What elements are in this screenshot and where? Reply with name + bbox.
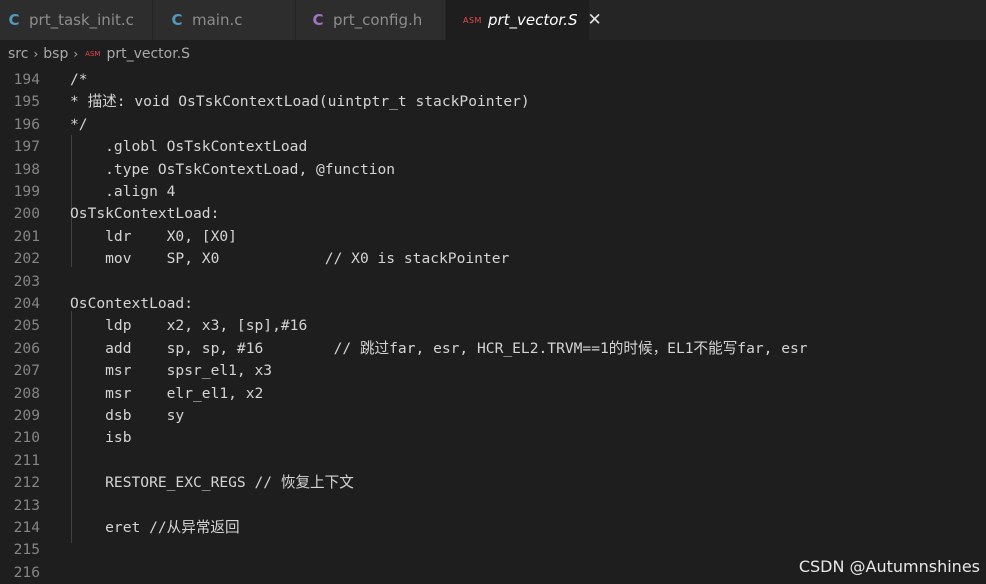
code-text[interactable]: .align 4 <box>70 181 175 203</box>
code-text[interactable]: isb <box>70 427 131 449</box>
code-line[interactable]: 214 eret //从异常返回 <box>0 517 986 539</box>
code-line[interactable]: 207 msr spsr_el1, x3 <box>0 360 986 382</box>
line-number: 201 <box>13 228 40 245</box>
code-line[interactable]: 199 .align 4 <box>0 181 986 203</box>
asm-file-icon: ASM <box>85 50 101 58</box>
code-text[interactable]: /* <box>70 69 88 91</box>
asm-file-icon: ASM <box>463 15 482 25</box>
line-number: 198 <box>13 161 40 178</box>
line-number: 202 <box>13 250 40 267</box>
line-number: 210 <box>13 429 40 446</box>
code-line[interactable]: 197 .globl OsTskContextLoad <box>0 136 986 158</box>
line-number: 209 <box>13 407 40 424</box>
close-icon[interactable]: ✕ <box>588 10 602 30</box>
breadcrumb-item-src[interactable]: src <box>8 46 28 62</box>
code-text[interactable]: ldp x2, x3, [sp],#16 <box>70 315 307 337</box>
code-line[interactable]: 213 <box>0 495 986 517</box>
code-line[interactable]: 203 <box>0 271 986 293</box>
code-text[interactable]: RESTORE_EXC_REGS // 恢复上下文 <box>70 472 354 494</box>
code-text[interactable]: msr spsr_el1, x3 <box>70 360 272 382</box>
breadcrumb-item-bsp[interactable]: bsp <box>43 46 68 62</box>
code-line[interactable]: 198 .type OsTskContextLoad, @function <box>0 159 986 181</box>
code-text[interactable]: OsTskContextLoad: <box>70 203 219 225</box>
code-line[interactable]: 196 */ <box>0 114 986 136</box>
tab-label: main.c <box>192 11 243 29</box>
code-line[interactable]: 194 /* <box>0 69 986 91</box>
breadcrumb-item-file[interactable]: prt_vector.S <box>106 46 190 62</box>
code-text[interactable]: add sp, sp, #16 // 跳过far, esr, HCR_EL2.T… <box>70 338 807 360</box>
watermark: CSDN @Autumnshines <box>798 557 980 576</box>
code-text[interactable]: eret //从异常返回 <box>70 517 239 539</box>
code-text[interactable]: dsb sy <box>70 405 184 427</box>
code-text[interactable]: .type OsTskContextLoad, @function <box>70 159 395 181</box>
breadcrumb: src › bsp › ASM prt_vector.S <box>0 40 986 68</box>
line-number: 199 <box>13 183 40 200</box>
line-number: 216 <box>13 564 40 581</box>
code-line[interactable]: 201 ldr X0, [X0] <box>0 226 986 248</box>
tab-prt-vector[interactable]: ASM prt_vector.S ✕ <box>446 0 602 40</box>
code-line[interactable]: 195 * 描述: void OsTskContextLoad(uintptr_t… <box>0 91 986 113</box>
line-number: 200 <box>13 205 40 222</box>
c-file-icon: C <box>171 11 183 29</box>
tab-prt-task-init[interactable]: C prt_task_init.c <box>0 0 153 40</box>
c-file-icon: C <box>8 11 20 29</box>
code-text[interactable]: * 描述: void OsTskContextLoad(uintptr_t st… <box>70 91 530 113</box>
code-line[interactable]: 212 RESTORE_EXC_REGS // 恢复上下文 <box>0 472 986 494</box>
line-number: 197 <box>13 138 40 155</box>
code-line[interactable]: 202 mov SP, X0 // X0 is stackPointer <box>0 248 986 270</box>
line-number: 196 <box>13 116 40 133</box>
line-number: 215 <box>13 541 40 558</box>
chevron-right-icon: › <box>73 47 79 61</box>
tab-bar: C prt_task_init.c C main.c C prt_config.… <box>0 0 986 40</box>
line-number: 213 <box>13 497 40 514</box>
code-text[interactable]: .globl OsTskContextLoad <box>70 136 307 158</box>
line-number: 208 <box>13 385 40 402</box>
tab-label: prt_task_init.c <box>29 11 134 29</box>
tab-prt-config[interactable]: C prt_config.h <box>296 0 446 40</box>
code-line[interactable]: 211 <box>0 450 986 472</box>
line-number: 212 <box>13 474 40 491</box>
line-number: 195 <box>13 93 40 110</box>
code-line[interactable]: 204 OsContextLoad: <box>0 293 986 315</box>
code-line[interactable]: 208 msr elr_el1, x2 <box>0 383 986 405</box>
line-number: 211 <box>13 452 40 469</box>
code-line[interactable]: 209 dsb sy <box>0 405 986 427</box>
code-text[interactable]: ldr X0, [X0] <box>70 226 237 248</box>
code-line[interactable]: 206 add sp, sp, #16 // 跳过far, esr, HCR_E… <box>0 338 986 360</box>
code-text[interactable]: mov SP, X0 // X0 is stackPointer <box>70 248 509 270</box>
line-number: 205 <box>13 317 40 334</box>
code-editor[interactable]: 194 /* 195 * 描述: void OsTskContextLoad(uint… <box>0 69 986 584</box>
tab-main-c[interactable]: C main.c <box>153 0 296 40</box>
code-line[interactable]: 200 OsTskContextLoad: <box>0 203 986 225</box>
tab-label: prt_config.h <box>333 11 423 29</box>
code-line[interactable]: 210 isb <box>0 427 986 449</box>
code-text[interactable]: msr elr_el1, x2 <box>70 383 263 405</box>
code-text[interactable]: */ <box>70 114 88 136</box>
chevron-right-icon: › <box>33 47 39 61</box>
tab-label: prt_vector.S <box>487 11 578 29</box>
line-number: 214 <box>13 519 40 536</box>
line-number: 203 <box>13 273 40 290</box>
code-line[interactable]: 205 ldp x2, x3, [sp],#16 <box>0 315 986 337</box>
c-header-file-icon: C <box>312 11 324 29</box>
line-number: 206 <box>13 340 40 357</box>
code-text[interactable]: OsContextLoad: <box>70 293 193 315</box>
line-number: 204 <box>13 295 40 312</box>
line-number: 207 <box>13 362 40 379</box>
line-number: 194 <box>13 71 40 88</box>
